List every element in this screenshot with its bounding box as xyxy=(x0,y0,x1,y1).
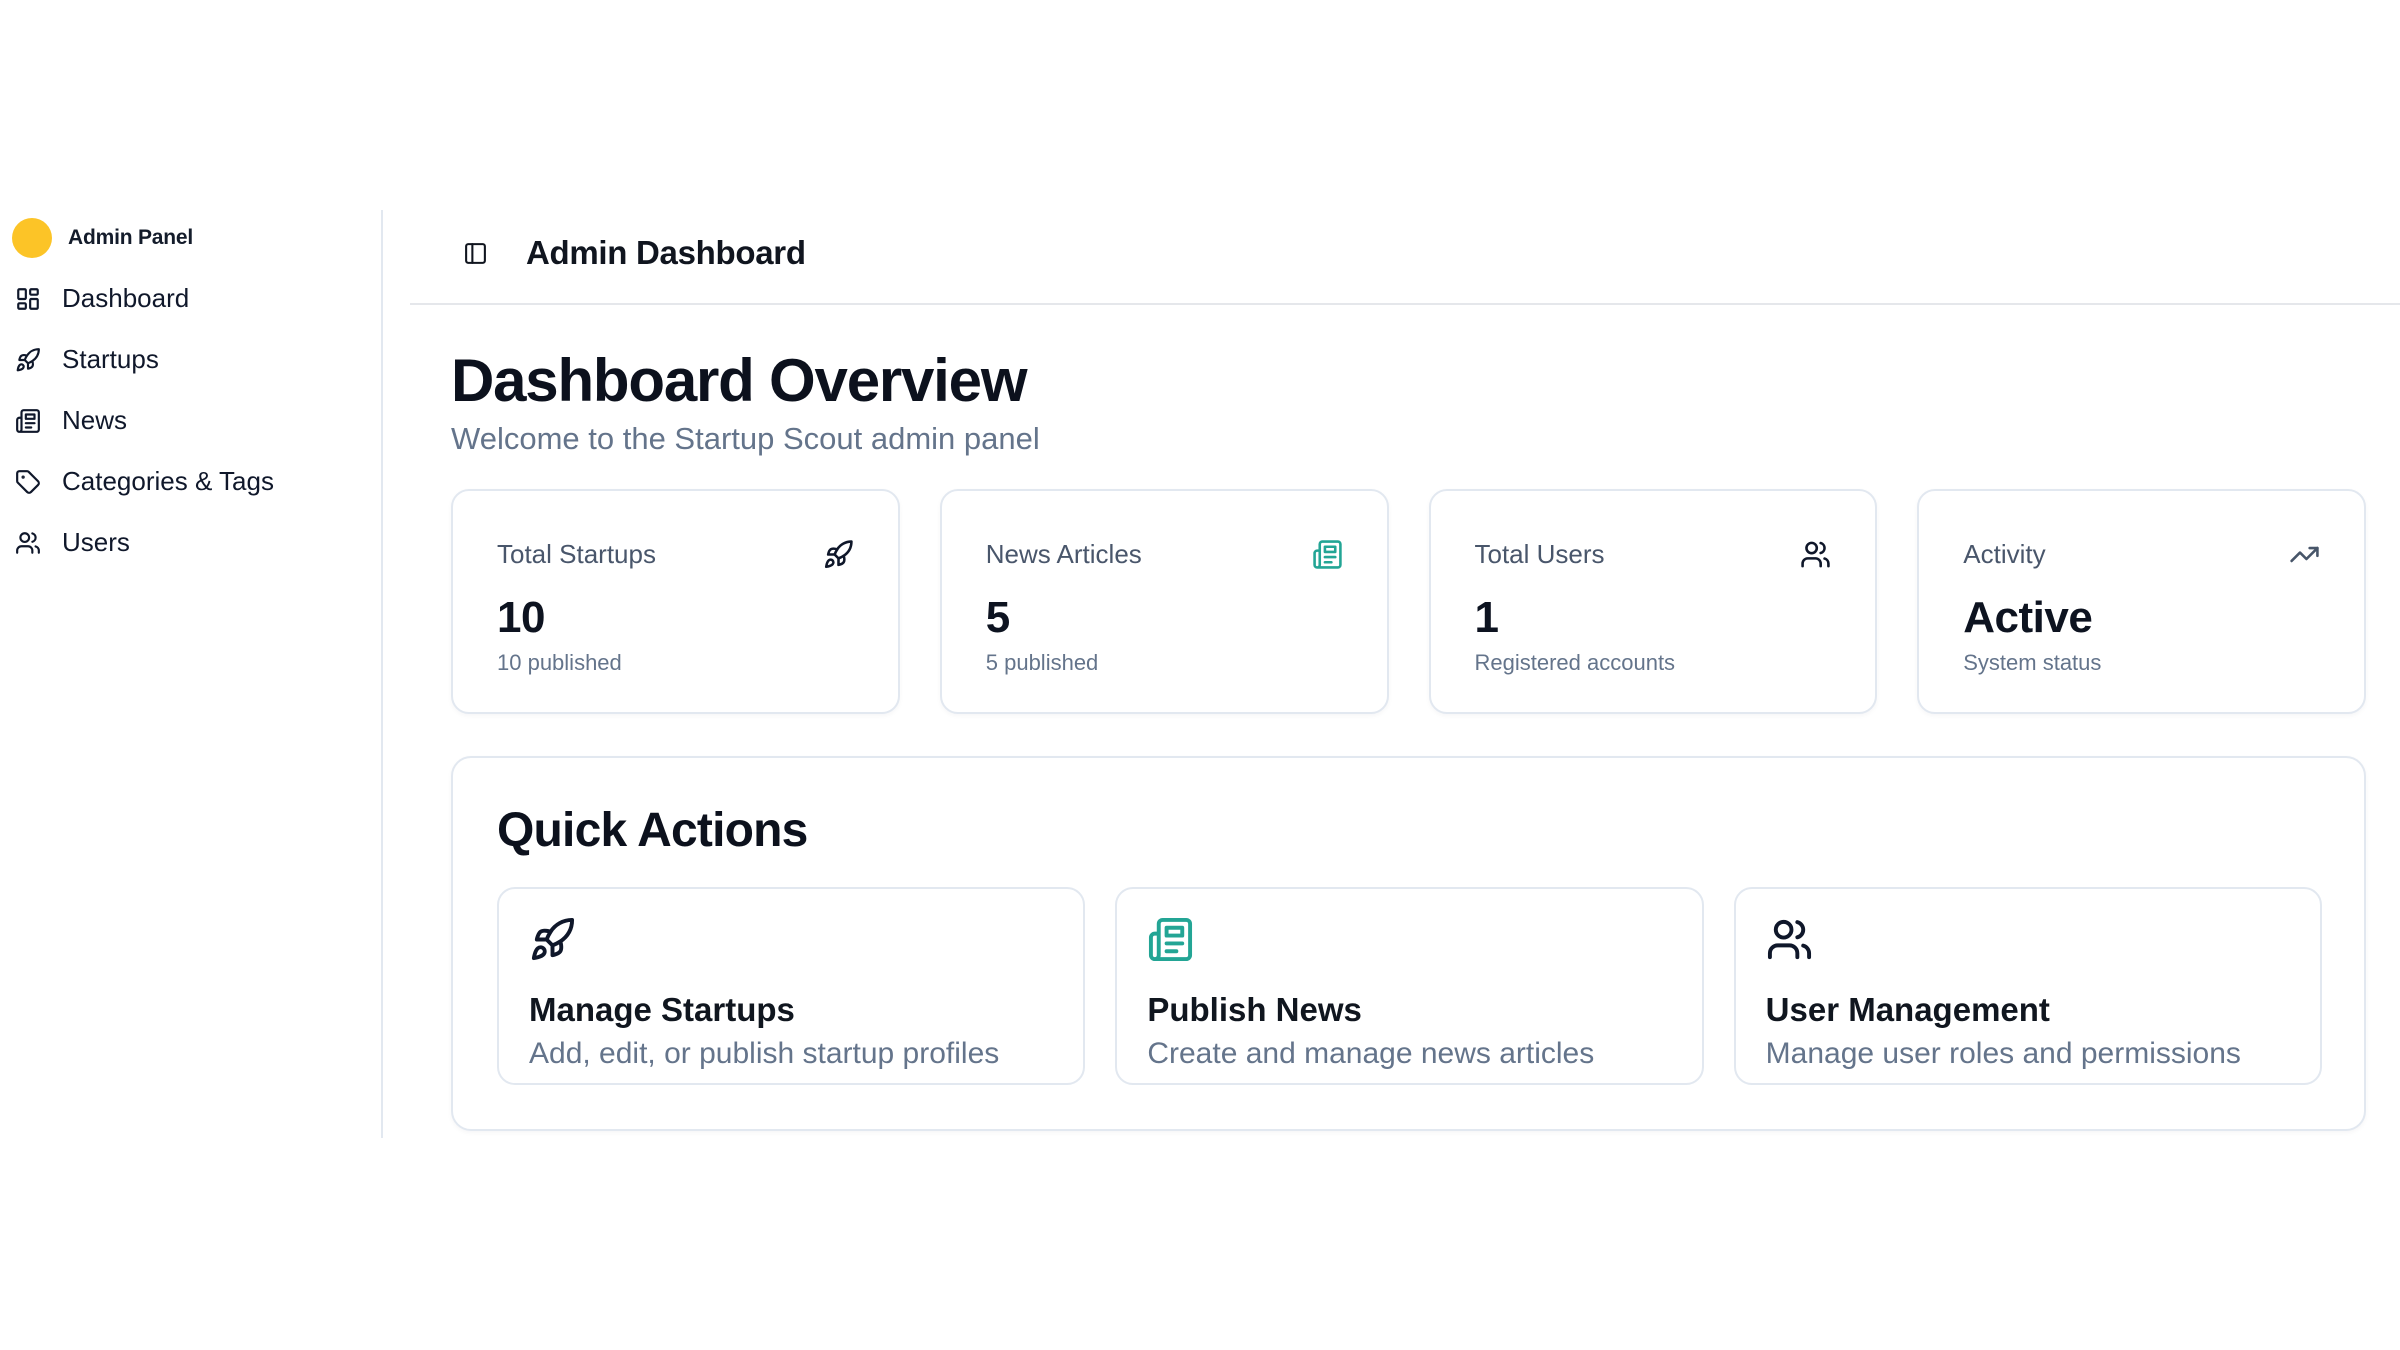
sidebar-item-label: Startups xyxy=(62,344,159,375)
newspaper-icon xyxy=(1312,539,1343,570)
rocket-icon xyxy=(823,539,854,570)
brand: Admin Panel xyxy=(12,214,381,262)
action-card-publish-news[interactable]: Publish News Create and manage news arti… xyxy=(1115,887,1703,1085)
action-description: Create and manage news articles xyxy=(1147,1037,1671,1071)
stat-subtext: 5 published xyxy=(986,650,1343,676)
stat-value: 10 xyxy=(497,595,854,641)
action-title: Manage Startups xyxy=(529,993,1053,1026)
layout-dashboard-icon xyxy=(15,286,41,312)
stat-card-header: Activity xyxy=(1963,539,2320,570)
rocket-icon xyxy=(15,347,41,373)
trending-up-icon xyxy=(2289,539,2320,570)
page-subtitle: Welcome to the Startup Scout admin panel xyxy=(451,420,2366,458)
users-icon xyxy=(1800,539,1831,570)
action-description: Add, edit, or publish startup profiles xyxy=(529,1037,1053,1071)
sidebar-item-label: News xyxy=(62,405,127,436)
rocket-icon xyxy=(529,916,576,963)
admin-dashboard-page: Admin Panel Dashboard Startups News xyxy=(0,0,2400,1350)
sidebar-nav: Dashboard Startups News Categories & Tag… xyxy=(12,268,381,573)
stat-value: 1 xyxy=(1475,595,1832,641)
sidebar-item-startups[interactable]: Startups xyxy=(12,329,381,390)
brand-logo-circle xyxy=(12,218,52,258)
quick-actions-panel: Quick Actions Manage Startups Add, edit,… xyxy=(451,756,2366,1131)
stat-subtext: 10 published xyxy=(497,650,854,676)
stat-label: News Articles xyxy=(986,539,1142,570)
stat-label: Activity xyxy=(1963,539,2045,570)
stat-card-header: Total Startups xyxy=(497,539,854,570)
stat-card-news-articles: News Articles 5 5 published xyxy=(940,489,1389,714)
header: Admin Dashboard xyxy=(410,203,2400,305)
action-description: Manage user roles and permissions xyxy=(1766,1037,2290,1071)
header-title: Admin Dashboard xyxy=(526,234,806,272)
users-icon xyxy=(15,530,41,556)
stats-grid: Total Startups 10 10 published News Arti… xyxy=(451,489,2366,714)
stat-label: Total Users xyxy=(1475,539,1605,570)
stat-card-header: Total Users xyxy=(1475,539,1832,570)
tag-icon xyxy=(15,469,41,495)
sidebar-item-label: Dashboard xyxy=(62,283,189,314)
stat-card-total-users: Total Users 1 Registered accounts xyxy=(1429,489,1878,714)
stat-value: Active xyxy=(1963,595,2320,641)
stat-value: 5 xyxy=(986,595,1343,641)
stat-card-activity: Activity Active System status xyxy=(1917,489,2366,714)
users-icon xyxy=(1766,916,1813,963)
sidebar-toggle-button[interactable] xyxy=(463,241,488,266)
quick-actions-grid: Manage Startups Add, edit, or publish st… xyxy=(497,887,2322,1085)
stat-label: Total Startups xyxy=(497,539,656,570)
main-content: Dashboard Overview Welcome to the Startu… xyxy=(410,305,2400,1131)
panel-left-icon xyxy=(463,241,488,266)
action-title: Publish News xyxy=(1147,993,1671,1026)
sidebar-item-categories-tags[interactable]: Categories & Tags xyxy=(12,451,381,512)
action-card-manage-startups[interactable]: Manage Startups Add, edit, or publish st… xyxy=(497,887,1085,1085)
sidebar: Admin Panel Dashboard Startups News xyxy=(0,210,383,1138)
newspaper-icon xyxy=(1147,916,1194,963)
brand-label: Admin Panel xyxy=(68,226,193,250)
page-title: Dashboard Overview xyxy=(451,351,2366,411)
quick-actions-title: Quick Actions xyxy=(497,807,2322,855)
sidebar-item-users[interactable]: Users xyxy=(12,512,381,573)
stat-subtext: System status xyxy=(1963,650,2320,676)
newspaper-icon xyxy=(15,408,41,434)
stat-subtext: Registered accounts xyxy=(1475,650,1832,676)
sidebar-item-dashboard[interactable]: Dashboard xyxy=(12,268,381,329)
action-title: User Management xyxy=(1766,993,2290,1026)
action-card-user-management[interactable]: User Management Manage user roles and pe… xyxy=(1734,887,2322,1085)
stat-card-total-startups: Total Startups 10 10 published xyxy=(451,489,900,714)
sidebar-item-news[interactable]: News xyxy=(12,390,381,451)
sidebar-item-label: Users xyxy=(62,527,130,558)
sidebar-item-label: Categories & Tags xyxy=(62,466,274,497)
stat-card-header: News Articles xyxy=(986,539,1343,570)
